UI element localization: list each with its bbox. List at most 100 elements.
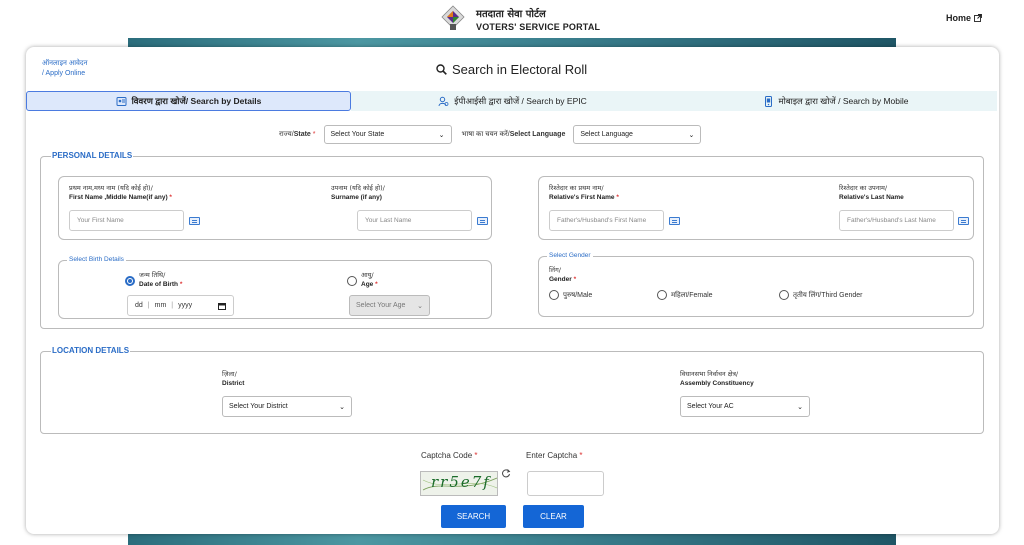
- details-icon: [116, 96, 127, 106]
- chevron-down-icon: ⌄: [417, 302, 423, 310]
- surname-label-english: Surname (if any): [331, 194, 382, 201]
- age-option[interactable]: आयु/ Age *: [347, 270, 378, 288]
- tab-label: ईपीआईसी द्वारा खोजें / Search by EPIC: [454, 95, 587, 106]
- dob-label-hindi: जन्म तिथि/: [139, 271, 166, 279]
- external-link-icon: [974, 14, 982, 22]
- state-label: राज्य/State *: [279, 131, 316, 138]
- gender-label-english: Gender *: [549, 276, 577, 283]
- ac-select[interactable]: Select Your AC ⌄: [680, 396, 810, 417]
- gender-radio[interactable]: [657, 290, 667, 300]
- gender-radio[interactable]: [549, 290, 559, 300]
- refresh-icon[interactable]: [501, 468, 511, 478]
- enter-captcha-label-text: Enter Captcha: [526, 451, 578, 460]
- ac-label-english: Assembly Constituency: [680, 380, 754, 387]
- chevron-down-icon: ⌄: [797, 403, 803, 411]
- first-name-placeholder: Your First Name: [77, 217, 124, 224]
- age-select-value: Select Your Age: [356, 302, 406, 309]
- state-select-value: Select Your State: [330, 131, 385, 138]
- dob-input[interactable]: dd | mm | yyyy: [127, 295, 234, 316]
- tab-search-by-details[interactable]: विवरण द्वारा खोजें/ Search by Details: [26, 91, 351, 111]
- surname-input[interactable]: Your Last Name: [357, 210, 472, 231]
- dob-option[interactable]: जन्म तिथि/ Date of Birth *: [125, 270, 182, 288]
- language-label-english: Select Language: [509, 131, 566, 138]
- relative-first-name-label-english: Relative's First Name *: [549, 194, 619, 201]
- dob-radio[interactable]: [125, 276, 135, 286]
- location-details-legend: LOCATION DETAILS: [51, 346, 131, 355]
- gender-radio[interactable]: [779, 290, 789, 300]
- relative-first-name-input[interactable]: Father's/Husband's First Name: [549, 210, 664, 231]
- home-link[interactable]: Home: [946, 13, 982, 23]
- tab-label: मोबाइल द्वारा खोजें / Search by Mobile: [778, 95, 909, 106]
- language-label: भाषा का चयन करें/Select Language: [462, 130, 566, 139]
- brand: मतदाता सेवा पोर्टल VOTERS' SERVICE PORTA…: [476, 6, 600, 32]
- tab-search-by-epic[interactable]: ईपीआईसी द्वारा खोजें / Search by EPIC: [351, 91, 674, 111]
- district-label: ज़िला/ District: [222, 369, 244, 387]
- captcha-code-label: Captcha Code *: [421, 451, 478, 460]
- age-label-hindi: आयु/: [361, 271, 374, 279]
- age-label: आयु/ Age *: [361, 270, 378, 288]
- relative-last-name-label: रिश्तेदार का उपनाम/ Relative's Last Name: [839, 183, 904, 201]
- surname-label: उपनाम (यदि कोई हो)/ Surname (if any): [331, 183, 385, 201]
- first-name-input[interactable]: Your First Name: [69, 210, 184, 231]
- relative-first-name-label: रिश्तेदार का प्रथम नाम/ Relative's First…: [549, 183, 619, 201]
- relative-last-name-label-english: Relative's Last Name: [839, 194, 904, 201]
- dob-month: mm: [154, 302, 167, 309]
- apply-online-english: / Apply Online: [42, 70, 86, 77]
- age-select[interactable]: Select Your Age ⌄: [349, 295, 430, 316]
- gender-box: Select Gender लिंग/ Gender * पुरुष/Male …: [538, 252, 974, 317]
- first-name-label-hindi: प्रथम नाम,मध्य नाम (यदि कोई हो)/: [69, 184, 153, 192]
- relative-first-name-label-text: Relative's First Name: [549, 194, 615, 201]
- keyboard-icon[interactable]: [958, 217, 969, 225]
- search-card: ऑनलाइन आवेदन / Apply Online Search in El…: [26, 47, 999, 534]
- calendar-icon[interactable]: [218, 302, 226, 310]
- ac-label-hindi: विधानसभा निर्वाचन क्षेत्र/: [680, 370, 739, 378]
- ac-select-value: Select Your AC: [687, 403, 734, 410]
- state-select[interactable]: Select Your State ⌄: [323, 125, 452, 144]
- captcha-text: rr5e7f: [431, 473, 491, 491]
- relative-first-name-placeholder: Father's/Husband's First Name: [557, 217, 647, 224]
- keyboard-icon[interactable]: [477, 217, 488, 225]
- relative-last-name-input[interactable]: Father's/Husband's Last Name: [839, 210, 954, 231]
- district-select[interactable]: Select Your District ⌄: [222, 396, 352, 417]
- keyboard-icon[interactable]: [189, 217, 200, 225]
- gender-option-female[interactable]: महिला/Female: [657, 290, 713, 300]
- age-radio[interactable]: [347, 276, 357, 286]
- tab-search-by-mobile[interactable]: मोबाइल द्वारा खोजें / Search by Mobile: [674, 91, 997, 111]
- district-label-hindi: ज़िला/: [222, 370, 237, 378]
- relative-box: रिश्तेदार का प्रथम नाम/ Relative's First…: [538, 176, 974, 240]
- mobile-icon: [764, 95, 772, 107]
- state-label-english: State: [293, 131, 311, 138]
- home-label: Home: [945, 13, 971, 23]
- dob-label: जन्म तिथि/ Date of Birth *: [139, 270, 182, 288]
- gender-option-third[interactable]: तृतीय लिंग/Third Gender: [779, 290, 862, 300]
- search-button[interactable]: SEARCH: [441, 505, 506, 528]
- captcha-input[interactable]: [527, 471, 604, 496]
- first-name-label-english: First Name ,Middle Name(if any) *: [69, 194, 172, 201]
- top-header: मतदाता सेवा पोर्टल VOTERS' SERVICE PORTA…: [0, 0, 1024, 38]
- language-select[interactable]: Select Language ⌄: [573, 125, 702, 144]
- gender-option-male[interactable]: पुरुष/Male: [549, 290, 592, 300]
- apply-online-link[interactable]: ऑनलाइन आवेदन / Apply Online: [42, 59, 88, 79]
- personal-details-section: PERSONAL DETAILS प्रथम नाम,मध्य नाम (यदि…: [40, 151, 984, 329]
- captcha-code-label-text: Captcha Code: [421, 451, 473, 460]
- apply-online-hindi: ऑनलाइन आवेदन: [42, 60, 88, 67]
- search-icon: [436, 64, 447, 75]
- page-title: Search in Electoral Roll: [436, 62, 587, 77]
- dob-day: dd: [135, 302, 143, 309]
- keyboard-icon[interactable]: [669, 217, 680, 225]
- name-box: प्रथम नाम,मध्य नाम (यदि कोई हो)/ First N…: [58, 176, 492, 240]
- state-label-hindi: राज्य/: [279, 131, 294, 138]
- clear-button[interactable]: CLEAR: [523, 505, 584, 528]
- ac-label: विधानसभा निर्वाचन क्षेत्र/ Assembly Cons…: [680, 369, 754, 387]
- captcha-image: rr5e7f: [420, 471, 498, 496]
- first-name-label-text: First Name ,Middle Name(if any): [69, 194, 168, 201]
- surname-placeholder: Your Last Name: [365, 217, 412, 224]
- language-select-value: Select Language: [580, 131, 633, 138]
- epic-icon: [438, 96, 449, 106]
- district-label-english: District: [222, 380, 245, 387]
- location-details-section: LOCATION DETAILS ज़िला/ District Select …: [40, 346, 984, 434]
- gender-option-label: तृतीय लिंग/Third Gender: [793, 291, 863, 299]
- brand-english: VOTERS' SERVICE PORTAL: [476, 22, 601, 32]
- eci-logo: [441, 5, 465, 30]
- birth-details-legend: Select Birth Details: [67, 256, 126, 263]
